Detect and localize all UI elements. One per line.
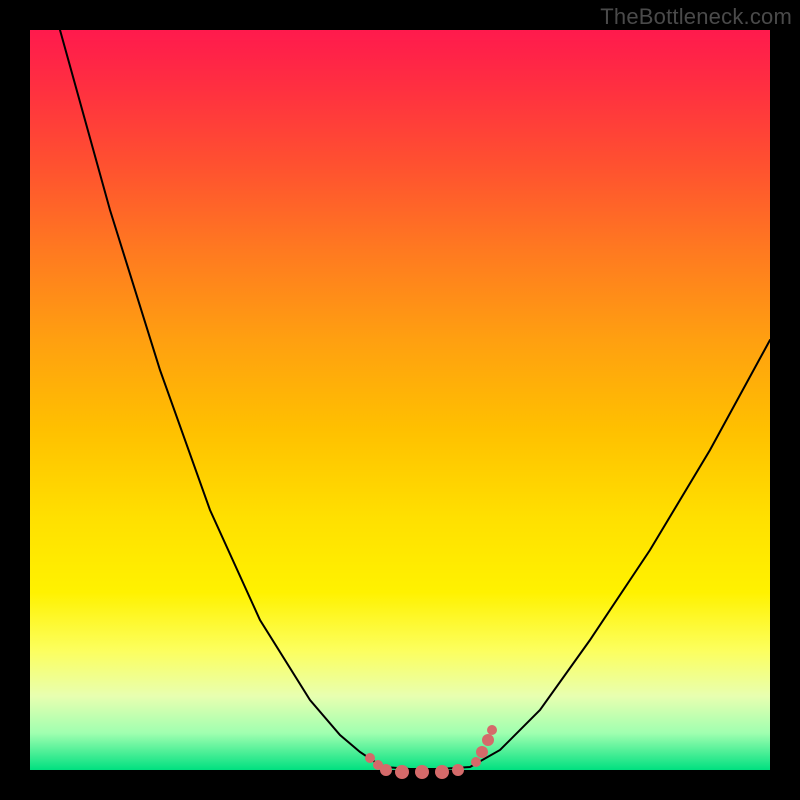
marker-group: [365, 725, 497, 779]
highlight-dot: [482, 734, 494, 746]
highlight-dot: [415, 765, 429, 779]
watermark-text: TheBottleneck.com: [600, 4, 792, 30]
highlight-dot: [380, 764, 392, 776]
highlight-dot: [452, 764, 464, 776]
highlight-dot: [395, 765, 409, 779]
bottleneck-curve: [60, 30, 770, 769]
highlight-dot: [435, 765, 449, 779]
chart-stage: TheBottleneck.com: [0, 0, 800, 800]
highlight-dot: [487, 725, 497, 735]
highlight-dot: [471, 757, 481, 767]
curve-layer: [30, 30, 770, 770]
highlight-dot: [365, 753, 375, 763]
highlight-dot: [476, 746, 488, 758]
